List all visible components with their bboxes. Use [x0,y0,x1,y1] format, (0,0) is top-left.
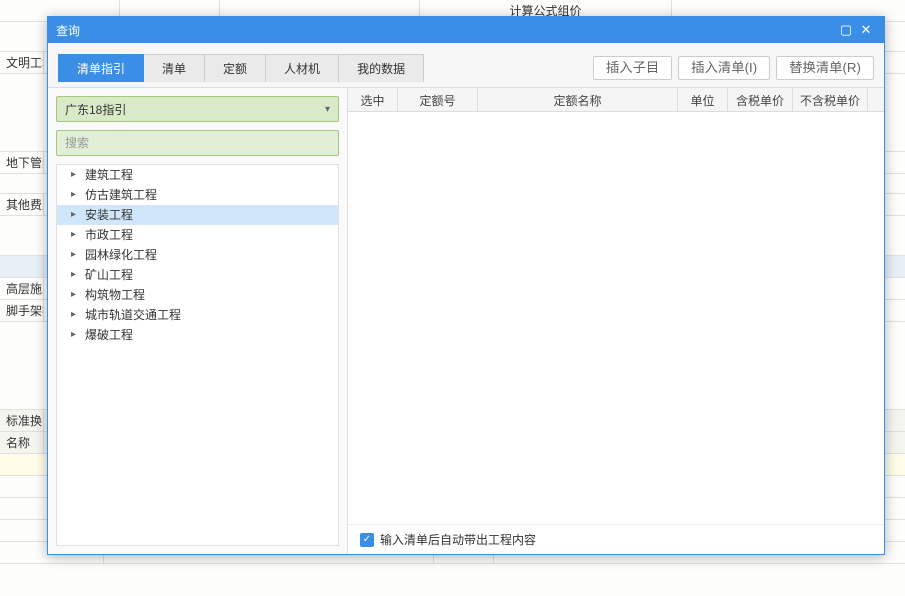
grid-header: 选中定额号定额名称单位含税单价不含税单价 [348,88,884,112]
chevron-right-icon: ▸ [71,325,79,345]
tree-item-label: 构筑物工程 [85,285,145,305]
bg-row-label: 高层施工 [0,278,44,299]
tree-item-label: 建筑工程 [85,165,133,185]
tree-item-label: 安装工程 [85,205,133,225]
insert-list-button[interactable]: 插入清单(I) [678,56,770,80]
chevron-right-icon: ▸ [71,185,79,205]
category-tree: ▸ 建筑工程 ▸ 仿古建筑工程 ▸ 安装工程 ▸ 市政工程 ▸ 园林绿化工程 ▸ 矿山工程 ▸ 构筑物工程… [56,164,339,546]
dialog-footer: ✓ 输入清单后自动带出工程内容 [348,524,884,554]
dialog-title: 查询 [56,22,836,39]
chevron-right-icon: ▸ [71,205,79,225]
chevron-right-icon: ▸ [71,265,79,285]
tree-item[interactable]: ▸ 爆破工程 [57,325,338,345]
column-header[interactable]: 不含税单价 [793,88,868,111]
bg-row-label: 脚手架按 [0,300,44,321]
right-pane: 选中定额号定额名称单位含税单价不含税单价 ✓ 输入清单后自动带出工程内容 [348,88,884,554]
tab-4[interactable]: 我的数据 [339,54,424,82]
query-dialog: 查询 ▢ ✕ 清单指引清单定额人材机我的数据 插入子目 插入清单(I) 替换清单… [47,16,885,555]
tree-item[interactable]: ▸ 市政工程 [57,225,338,245]
insert-sub-button[interactable]: 插入子目 [593,56,672,80]
chevron-right-icon: ▸ [71,165,79,185]
tab-3[interactable]: 人材机 [266,54,339,82]
left-pane: 广东18指引 ▾ ▸ 建筑工程 ▸ 仿古建筑工程 ▸ 安装工程 ▸ 市政工程 ▸ 园林绿化工程 ▸ 矿… [48,88,348,554]
tree-item[interactable]: ▸ 城市轨道交通工程 [57,305,338,325]
chevron-right-icon: ▸ [71,305,79,325]
auto-fill-checkbox[interactable]: ✓ [360,533,374,547]
tree-item[interactable]: ▸ 建筑工程 [57,165,338,185]
bg-row-label: 其他费用 [0,194,44,215]
tab-1[interactable]: 清单 [144,54,205,82]
column-header[interactable]: 选中 [348,88,398,111]
replace-list-button[interactable]: 替换清单(R) [776,56,874,80]
dialog-content: 广东18指引 ▾ ▸ 建筑工程 ▸ 仿古建筑工程 ▸ 安装工程 ▸ 市政工程 ▸ 园林绿化工程 ▸ 矿… [48,87,884,554]
column-header[interactable]: 定额号 [398,88,478,111]
bg-row-label: 名称 [0,432,44,453]
maximize-icon[interactable]: ▢ [836,22,856,38]
column-header[interactable]: 单位 [678,88,728,111]
tabs: 清单指引清单定额人材机我的数据 [58,54,424,82]
chevron-right-icon: ▸ [71,225,79,245]
tree-item-label: 矿山工程 [85,265,133,285]
chevron-down-icon: ▾ [325,104,330,115]
tree-item-label: 市政工程 [85,225,133,245]
column-header[interactable]: 含税单价 [728,88,793,111]
tree-item-label: 爆破工程 [85,325,133,345]
bg-row-label: 文明工地 [0,52,44,73]
toolbar: 清单指引清单定额人材机我的数据 插入子目 插入清单(I) 替换清单(R) [48,43,884,87]
tree-item[interactable]: ▸ 仿古建筑工程 [57,185,338,205]
dropdown-label: 广东18指引 [65,101,325,118]
tab-0[interactable]: 清单指引 [58,54,144,82]
search-input[interactable] [65,136,330,150]
tree-item-label: 城市轨道交通工程 [85,305,181,325]
tree-item-label: 园林绿化工程 [85,245,157,265]
close-icon[interactable]: ✕ [856,22,876,38]
bg-row-label: 标准换 [0,410,44,431]
bg-row-label: 地下管线 [0,152,44,173]
chevron-right-icon: ▸ [71,245,79,265]
search-box[interactable] [56,130,339,156]
grid-body [348,112,884,524]
tree-item[interactable]: ▸ 构筑物工程 [57,285,338,305]
tree-item[interactable]: ▸ 安装工程 [57,205,338,225]
tab-2[interactable]: 定额 [205,54,266,82]
dialog-titlebar: 查询 ▢ ✕ [48,17,884,43]
chevron-right-icon: ▸ [71,285,79,305]
tree-item[interactable]: ▸ 矿山工程 [57,265,338,285]
checkbox-label: 输入清单后自动带出工程内容 [380,531,536,548]
column-header[interactable]: 定额名称 [478,88,678,111]
tree-item[interactable]: ▸ 园林绿化工程 [57,245,338,265]
guide-dropdown[interactable]: 广东18指引 ▾ [56,96,339,122]
tree-item-label: 仿古建筑工程 [85,185,157,205]
